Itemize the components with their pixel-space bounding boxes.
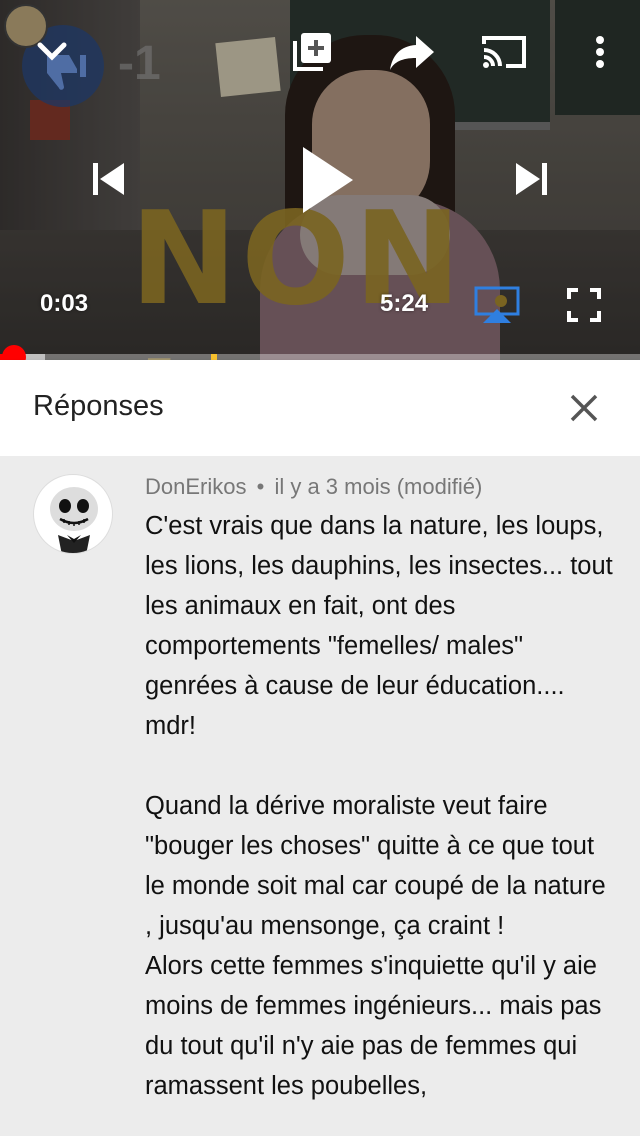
skip-previous-icon[interactable]	[84, 155, 132, 203]
comment-meta: DonErikos • il y a 3 mois (modifié)	[145, 474, 482, 500]
duration: 5:24	[380, 290, 429, 317]
video-player[interactable]: -1 NON ! 0:03 5:24	[0, 0, 640, 360]
comment-timestamp: il y a 3 mois (modifié)	[274, 474, 483, 499]
airplay-icon[interactable]	[472, 284, 522, 326]
cast-icon[interactable]	[478, 28, 530, 76]
more-vertical-icon[interactable]	[584, 28, 616, 76]
current-time: 0:03	[40, 290, 89, 317]
comment-author[interactable]: DonErikos	[145, 474, 246, 499]
close-icon[interactable]	[556, 380, 612, 436]
add-to-playlist-icon[interactable]	[288, 28, 336, 76]
dislike-count: -1	[118, 37, 161, 90]
comment-text: C'est vrais que dans la nature, les loup…	[145, 512, 613, 1100]
avatar[interactable]	[33, 474, 113, 554]
replies-header: Réponses	[0, 360, 640, 456]
share-icon[interactable]	[384, 28, 440, 76]
meta-separator: •	[256, 474, 265, 499]
fullscreen-icon[interactable]	[562, 284, 606, 326]
skip-next-icon[interactable]	[508, 155, 556, 203]
play-icon[interactable]	[290, 140, 360, 220]
replies-title: Réponses	[33, 390, 164, 422]
chevron-down-icon[interactable]	[28, 28, 76, 76]
